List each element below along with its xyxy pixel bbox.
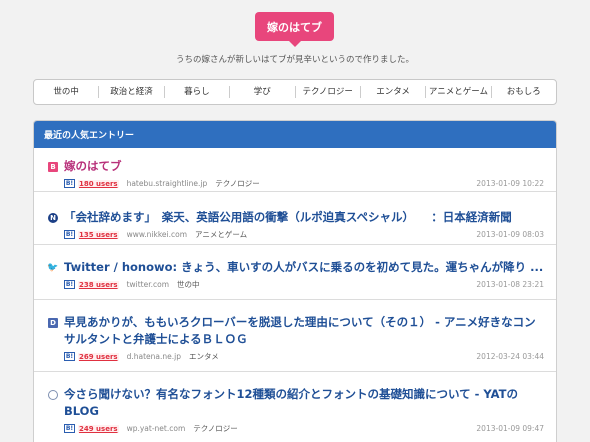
entry-domain: d.hatena.ne.jp <box>126 352 181 361</box>
entry-date: 2013-01-09 08:03 <box>476 230 544 239</box>
nav-item-learning[interactable]: 学び <box>230 86 296 98</box>
entry-title-text[interactable]: 「会社辞めます」 楽天、英語公用語の衝撃（ルポ迫真スペシャル） ：日本経済新聞 <box>64 209 544 226</box>
nikkei-icon: N <box>48 213 58 223</box>
entry-title-text[interactable]: Twitter / honowo: きょう、車いすの人がバスに乗るのを初めて見た… <box>64 259 544 276</box>
entry-meta: B! 135 users www.nikkei.com アニメとゲーム 2013… <box>64 229 544 240</box>
nav-item-anime-game[interactable]: アニメとゲーム <box>426 86 492 98</box>
bookmark-b-icon[interactable]: B! <box>64 352 75 361</box>
hatebu-icon: B <box>48 162 58 172</box>
popular-entries-panel: 最近の人気エントリー B 嫁のはてブ B! 180 users hatebu.s… <box>33 120 557 442</box>
nav-item-society[interactable]: 世の中 <box>34 86 100 98</box>
entry-category[interactable]: アニメとゲーム <box>195 229 247 240</box>
twitter-icon: 🐦 <box>47 262 59 273</box>
users-count-link[interactable]: 269 users <box>78 352 119 361</box>
entry-item: B 嫁のはてブ B! 180 users hatebu.straightline… <box>34 148 556 192</box>
entry-title-text[interactable]: 早見あかりが、ももいろクローバーを脱退した理由について（その１） - アニメ好き… <box>64 314 544 348</box>
nav-item-politics-economy[interactable]: 政治と経済 <box>99 86 165 98</box>
panel-header: 最近の人気エントリー <box>34 121 556 148</box>
entry-title-link[interactable]: 🐦 Twitter / honowo: きょう、車いすの人がバスに乗るのを初めて… <box>47 259 544 276</box>
nav-item-fun[interactable]: おもしろ <box>492 86 556 98</box>
entry-item: 今さら聞けない？有名なフォント12種類の紹介とフォントの基礎知識について - Y… <box>34 372 556 434</box>
entry-category[interactable]: テクノロジー <box>215 178 260 189</box>
entry-domain: hatebu.straightline.jp <box>126 179 208 188</box>
site-logo[interactable]: 嫁のはてブ <box>255 12 334 47</box>
bookmark-b-icon[interactable]: B! <box>64 280 75 289</box>
nav-item-entertainment[interactable]: エンタメ <box>361 86 427 98</box>
entry-meta: B! 238 users twitter.com 世の中 2013-01-08 … <box>64 279 544 290</box>
entry-date: 2013-01-08 23:21 <box>476 280 544 289</box>
entry-meta: B! 180 users hatebu.straightline.jp テクノロ… <box>64 178 544 189</box>
entry-title-text[interactable]: 今さら聞けない？有名なフォント12種類の紹介とフォントの基礎知識について - Y… <box>64 386 544 420</box>
entry-date: 2013-01-09 09:47 <box>476 424 544 433</box>
entry-item: N 「会社辞めます」 楽天、英語公用語の衝撃（ルポ迫真スペシャル） ：日本経済新… <box>34 192 556 245</box>
site-tagline: うちの嫁さんが新しいはてブが見辛いというので作りました。 <box>175 55 414 65</box>
entry-title-link[interactable]: N 「会社辞めます」 楽天、英語公用語の衝撃（ルポ迫真スペシャル） ：日本経済新… <box>48 209 544 226</box>
users-count-link[interactable]: 249 users <box>78 424 119 433</box>
entry-date: 2013-01-09 10:22 <box>476 179 544 188</box>
entry-domain: wp.yat-net.com <box>126 424 186 433</box>
bookmark-b-icon[interactable]: B! <box>64 230 75 239</box>
entry-title-link[interactable]: B 嫁のはてブ <box>48 158 544 175</box>
entry-category[interactable]: テクノロジー <box>193 423 238 434</box>
globe-icon <box>48 390 58 400</box>
dhatena-icon: D <box>48 318 58 328</box>
category-nav: 世の中 政治と経済 暮らし 学び テクノロジー エンタメ アニメとゲーム おもし… <box>33 79 557 105</box>
entry-meta: B! 249 users wp.yat-net.com テクノロジー 2013-… <box>64 423 544 434</box>
entry-title-link[interactable]: D 早見あかりが、ももいろクローバーを脱退した理由について（その１） - アニメ… <box>48 314 544 348</box>
entry-domain: www.nikkei.com <box>126 230 188 239</box>
entry-meta: B! 269 users d.hatena.ne.jp エンタメ 2012-03… <box>64 351 544 362</box>
entry-date: 2012-03-24 03:44 <box>476 352 544 361</box>
users-count-link[interactable]: 238 users <box>78 280 119 289</box>
users-count-link[interactable]: 135 users <box>78 230 119 239</box>
users-count-link[interactable]: 180 users <box>78 179 119 188</box>
nav-item-technology[interactable]: テクノロジー <box>296 86 361 98</box>
bookmark-b-icon[interactable]: B! <box>64 179 75 188</box>
entry-domain: twitter.com <box>126 280 170 289</box>
entry-category[interactable]: 世の中 <box>177 279 200 290</box>
entry-title-text[interactable]: 嫁のはてブ <box>64 158 544 175</box>
entry-item: 🐦 Twitter / honowo: きょう、車いすの人がバスに乗るのを初めて… <box>34 245 556 300</box>
entry-title-link[interactable]: 今さら聞けない？有名なフォント12種類の紹介とフォントの基礎知識について - Y… <box>48 386 544 420</box>
nav-item-life[interactable]: 暮らし <box>165 86 231 98</box>
entry-category[interactable]: エンタメ <box>189 351 219 362</box>
entry-item: D 早見あかりが、ももいろクローバーを脱退した理由について（その１） - アニメ… <box>34 300 556 372</box>
bookmark-b-icon[interactable]: B! <box>64 424 75 433</box>
